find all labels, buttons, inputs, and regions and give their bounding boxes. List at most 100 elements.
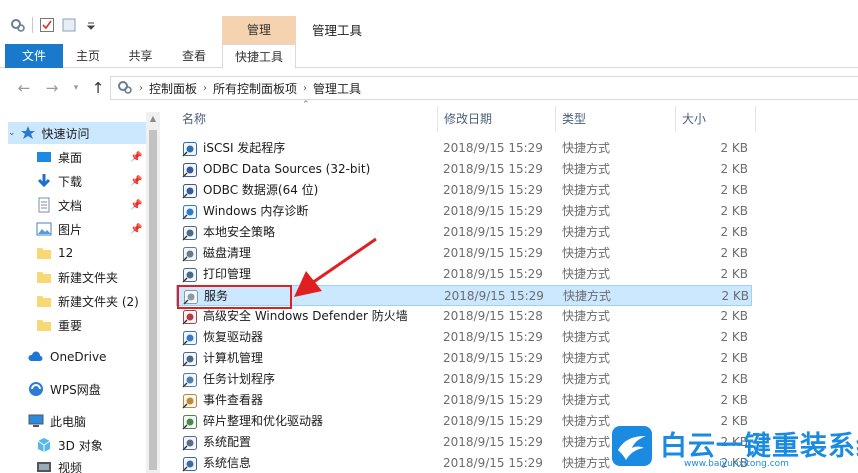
- navigation-pane: ⌄ 快速访问 桌面 📌 下载 📌 文档 📌 图片 📌 12 新建文件夹 新建文件…: [0, 112, 160, 473]
- file-date: 2018/9/15 15:29: [444, 289, 544, 303]
- sidebar-item-videos[interactable]: 视频: [36, 456, 82, 473]
- sidebar-item-new-folder[interactable]: 新建文件夹: [36, 266, 118, 288]
- file-name-cell: 本地安全策略: [182, 222, 275, 243]
- table-row[interactable]: 计算机管理 2018/9/15 15:29 快捷方式 2 KB: [176, 348, 752, 369]
- file-date: 2018/9/15 15:29: [443, 456, 543, 470]
- control-panel-icon: [117, 79, 133, 98]
- file-name-cell: 任务计划程序: [182, 369, 275, 390]
- column-header-type[interactable]: 类型: [556, 106, 676, 132]
- file-type: 快捷方式: [562, 372, 611, 386]
- computer-icon: [28, 413, 44, 429]
- sidebar-item-label: 图片: [58, 222, 83, 237]
- file-name-cell: 磁盘清理: [182, 243, 251, 264]
- print-management-icon: [182, 267, 198, 283]
- table-row[interactable]: 恢复驱动器 2018/9/15 15:29 快捷方式 2 KB: [176, 327, 752, 348]
- tab-view[interactable]: 查看: [168, 44, 220, 68]
- file-size: 2 KB: [720, 309, 748, 323]
- pictures-icon: [36, 221, 52, 237]
- table-row[interactable]: 打印管理 2018/9/15 15:29 快捷方式 2 KB: [176, 264, 752, 285]
- sidebar-item-desktop[interactable]: 桌面: [36, 146, 82, 168]
- table-row[interactable]: 高级安全 Windows Defender 防火墙 2018/9/15 15:28…: [176, 306, 752, 327]
- navigation-scrollbar[interactable]: ▲: [146, 112, 160, 473]
- cloud-icon: [28, 349, 44, 365]
- sidebar-item-this-pc[interactable]: 此电脑: [28, 410, 86, 432]
- table-row[interactable]: 事件查看器 2018/9/15 15:29 快捷方式 2 KB: [176, 390, 752, 411]
- file-type: 快捷方式: [562, 246, 611, 260]
- document-icon: [36, 197, 52, 213]
- file-size: 2 KB: [721, 289, 749, 303]
- sidebar-item-documents[interactable]: 文档: [36, 194, 82, 216]
- scrollbar-thumb[interactable]: [149, 130, 157, 470]
- watermark-logo-icon: [612, 426, 652, 466]
- file-type: 快捷方式: [562, 183, 611, 197]
- new-folder-icon[interactable]: [61, 17, 77, 33]
- breadcrumb-all-items[interactable]: 所有控制面板项: [213, 80, 297, 97]
- up-arrow-icon[interactable]: ↑: [88, 78, 108, 98]
- recent-locations-chevron-icon[interactable]: ▾: [66, 78, 86, 98]
- computer-management-icon: [182, 351, 198, 367]
- system-config-icon: [182, 435, 198, 451]
- tab-shortcut-tools[interactable]: 快捷工具: [222, 44, 296, 69]
- pin-icon[interactable]: 📌: [130, 152, 142, 163]
- tab-share[interactable]: 共享: [113, 44, 168, 68]
- chevron-right-icon[interactable]: ›: [303, 83, 307, 94]
- forward-arrow-icon[interactable]: →: [42, 78, 62, 98]
- sidebar-item-label: 3D 对象: [58, 438, 103, 453]
- table-row[interactable]: 任务计划程序 2018/9/15 15:29 快捷方式 2 KB: [176, 369, 752, 390]
- watermark-title: 白云一键重装系统: [660, 431, 858, 462]
- file-name-cell: ODBC 数据源(64 位): [182, 180, 318, 201]
- column-header-name[interactable]: 名称: [176, 106, 438, 132]
- chevron-right-icon[interactable]: ›: [139, 83, 143, 94]
- properties-icon[interactable]: [39, 17, 55, 33]
- sidebar-item-label: 新建文件夹: [58, 270, 119, 285]
- chevron-right-icon[interactable]: ›: [203, 83, 207, 94]
- sidebar-item-important[interactable]: 重要: [36, 314, 82, 336]
- file-name: 系统信息: [203, 456, 252, 470]
- table-row[interactable]: 本地安全策略 2018/9/15 15:29 快捷方式 2 KB: [176, 222, 752, 243]
- file-date: 2018/9/15 15:29: [443, 225, 543, 239]
- scroll-up-icon[interactable]: ▲: [146, 112, 160, 126]
- pin-icon[interactable]: 📌: [130, 224, 142, 235]
- file-name-cell: 碎片整理和优化驱动器: [182, 411, 323, 432]
- tab-home[interactable]: 主页: [63, 44, 113, 68]
- file-type: 快捷方式: [562, 204, 611, 218]
- chevron-down-icon[interactable]: ⌄: [8, 128, 16, 138]
- watermark-url: www.baiyunxitong.com: [684, 459, 789, 469]
- tab-file[interactable]: 文件: [5, 44, 63, 68]
- file-name: ODBC Data Sources (32-bit): [203, 162, 371, 176]
- file-name: 打印管理: [203, 267, 252, 281]
- sidebar-item-pictures[interactable]: 图片: [36, 218, 82, 240]
- file-date: 2018/9/15 15:28: [443, 309, 543, 323]
- address-bar[interactable]: › 控制面板 › 所有控制面板项 › 管理工具: [110, 76, 858, 100]
- control-panel-icon[interactable]: [10, 17, 26, 33]
- breadcrumb-admin-tools[interactable]: 管理工具: [313, 80, 361, 97]
- back-arrow-icon[interactable]: ←: [14, 78, 34, 98]
- breadcrumb-control-panel[interactable]: 控制面板: [149, 80, 197, 97]
- sidebar-item-label: 文档: [58, 198, 83, 213]
- pin-icon[interactable]: 📌: [130, 176, 142, 187]
- pin-icon[interactable]: 📌: [130, 200, 142, 211]
- context-tab-manage[interactable]: 管理: [222, 16, 296, 44]
- file-type: 快捷方式: [562, 330, 611, 344]
- sidebar-item-folder-12[interactable]: 12: [36, 242, 73, 264]
- file-type: 快捷方式: [562, 351, 611, 365]
- sidebar-item-wps[interactable]: WPS网盘: [28, 378, 101, 400]
- table-row[interactable]: ODBC 数据源(64 位) 2018/9/15 15:29 快捷方式 2 KB: [176, 180, 752, 201]
- table-row[interactable]: ODBC Data Sources (32-bit) 2018/9/15 15:2…: [176, 159, 752, 180]
- file-name-cell: Windows 内存诊断: [182, 201, 308, 222]
- chevron-down-icon[interactable]: [83, 17, 99, 33]
- sidebar-item-quick-access[interactable]: ⌄ 快速访问: [8, 122, 146, 144]
- sidebar-item-new-folder-2[interactable]: 新建文件夹 (2): [36, 290, 139, 312]
- sidebar-item-3d-objects[interactable]: 3D 对象: [36, 434, 103, 456]
- column-header-size[interactable]: 大小: [676, 106, 756, 132]
- table-row[interactable]: 磁盘清理 2018/9/15 15:29 快捷方式 2 KB: [176, 243, 752, 264]
- file-size: 2 KB: [720, 246, 748, 260]
- table-row[interactable]: Windows 内存诊断 2018/9/15 15:29 快捷方式 2 KB: [176, 201, 752, 222]
- file-name-cell: 打印管理: [182, 264, 251, 285]
- file-name-cell: 高级安全 Windows Defender 防火墙: [182, 306, 408, 327]
- column-header-date[interactable]: 修改日期: [438, 106, 556, 132]
- firewall-icon: [182, 309, 198, 325]
- sidebar-item-onedrive[interactable]: OneDrive: [28, 346, 106, 368]
- table-row[interactable]: iSCSI 发起程序 2018/9/15 15:29 快捷方式 2 KB: [176, 138, 752, 159]
- sidebar-item-downloads[interactable]: 下载: [36, 170, 82, 192]
